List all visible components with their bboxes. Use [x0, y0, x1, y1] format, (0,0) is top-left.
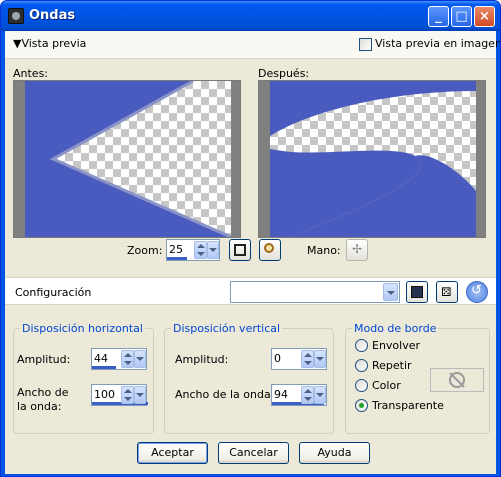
- app-icon: [8, 8, 24, 24]
- horizontal-amplitude-spinner[interactable]: 44: [91, 348, 147, 370]
- before-preview-image: [25, 81, 231, 237]
- horizontal-amplitude-label: Amplitud:: [17, 353, 70, 366]
- zoom-level-bar: [167, 257, 187, 260]
- edge-mode-repeat-label: Repetir: [372, 359, 412, 372]
- vertical-wavelength-value[interactable]: 94: [274, 388, 288, 401]
- vertical-wavelength-label: Ancho de la onda:: [175, 388, 275, 401]
- save-preset-button[interactable]: [406, 281, 428, 303]
- zoom-to-actual-button[interactable]: [259, 239, 281, 261]
- preview-toggle-bar: ▼Vista previa Vista previa en imagen: [5, 31, 500, 59]
- edge-mode-transparent-label: Transparente: [372, 399, 444, 412]
- horizontal-wavelength-arrows[interactable]: [121, 386, 134, 404]
- after-label: Después:: [258, 67, 310, 80]
- edge-mode-group: Modo de borde Envolver Repetir Color Tra…: [345, 322, 490, 434]
- edge-mode-color-text: Color: [372, 379, 401, 392]
- config-band: Configuración ⚄ ↺: [5, 277, 496, 305]
- vertical-amplitude-dropdown[interactable]: [314, 350, 326, 368]
- horizontal-group: Disposición horizontal Amplitud: 44 Anch…: [13, 322, 154, 434]
- edge-mode-title: Modo de borde: [352, 322, 439, 335]
- config-dropdown[interactable]: [230, 281, 400, 303]
- horizontal-amplitude-bar: [92, 366, 116, 369]
- ok-button[interactable]: Aceptar: [137, 442, 208, 464]
- config-dropdown-arrow[interactable]: [383, 283, 398, 301]
- vertical-wavelength-dropdown[interactable]: [314, 386, 326, 404]
- window-title: Ondas: [29, 8, 76, 23]
- image-preview-checkbox[interactable]: [359, 38, 372, 51]
- image-preview-label: Vista previa en imagen: [375, 37, 501, 50]
- before-preview[interactable]: [13, 80, 241, 238]
- close-button[interactable]: ×: [474, 6, 495, 27]
- hand-button[interactable]: ✢: [346, 239, 368, 261]
- horizontal-amplitude-value[interactable]: 44: [94, 352, 108, 365]
- after-preview[interactable]: [258, 80, 486, 238]
- vertical-group: Disposición vertical Amplitud: 0 Ancho d…: [164, 322, 334, 434]
- vertical-amplitude-label: Amplitud:: [175, 353, 229, 366]
- horizontal-wavelength-label: Ancho de la onda:: [17, 386, 69, 413]
- dialog-window: Ondas _ □ × ▼Vista previa Vista previa e…: [0, 0, 501, 477]
- color-swatch[interactable]: [430, 368, 484, 392]
- floppy-disk-icon: [411, 286, 423, 298]
- horizontal-group-title: Disposición horizontal: [20, 322, 145, 335]
- reset-button[interactable]: ↺: [466, 281, 488, 303]
- maximize-button[interactable]: □: [451, 6, 472, 27]
- vertical-amplitude-arrows[interactable]: [301, 350, 314, 368]
- magnifier-icon: [264, 243, 274, 253]
- zoom-spinner[interactable]: 25: [166, 239, 220, 261]
- edge-mode-wrap-label: Envolver: [372, 339, 420, 352]
- edge-mode-radio-transparent[interactable]: [355, 399, 368, 412]
- before-label: Antes:: [13, 67, 49, 80]
- edge-mode-wrap-text: Envolver: [372, 339, 421, 352]
- horizontal-amplitude-label-text: Amplitud:: [17, 353, 71, 366]
- edge-mode-color-label: Color: [372, 379, 401, 392]
- minimize-button[interactable]: _: [428, 6, 449, 27]
- edge-mode-radio-wrap[interactable]: [355, 339, 368, 352]
- horizontal-wavelength-value[interactable]: 100: [94, 388, 115, 401]
- randomize-button[interactable]: ⚄: [436, 281, 458, 303]
- edge-mode-radio-color[interactable]: [355, 379, 368, 392]
- zoom-value[interactable]: 25: [169, 243, 183, 256]
- vertical-wavelength-spinner[interactable]: 94: [271, 384, 327, 406]
- vertical-amplitude-value[interactable]: 0: [274, 352, 281, 365]
- edge-mode-transparent-text: Transparente: [372, 399, 444, 412]
- fit-window-icon: [234, 244, 246, 256]
- horizontal-amplitude-dropdown[interactable]: [134, 350, 146, 368]
- cancel-button[interactable]: Cancelar: [218, 442, 289, 464]
- vertical-amplitude-spinner[interactable]: 0: [271, 348, 327, 370]
- horizontal-wavelength-dropdown[interactable]: [134, 386, 146, 404]
- edge-mode-radio-repeat[interactable]: [355, 359, 368, 372]
- move-cross-icon: ✢: [352, 242, 363, 256]
- reset-arrow-icon: ↺: [471, 283, 482, 298]
- preview-toggle[interactable]: ▼Vista previa: [13, 37, 86, 50]
- dice-icon: ⚄: [441, 285, 452, 299]
- vertical-group-title: Disposición vertical: [171, 322, 283, 335]
- horizontal-wavelength-spinner[interactable]: 100: [91, 384, 148, 406]
- vertical-wavelength-arrows[interactable]: [301, 386, 314, 404]
- hand-label: Mano:: [307, 244, 341, 257]
- zoom-label: Zoom:: [127, 244, 163, 257]
- zoom-dropdown-arrow[interactable]: [207, 241, 219, 259]
- config-label: Configuración: [15, 286, 92, 299]
- help-button[interactable]: Ayuda: [299, 442, 370, 464]
- zoom-spin-arrows[interactable]: [194, 241, 207, 259]
- fit-zoom-button[interactable]: [229, 239, 251, 261]
- title-bar[interactable]: Ondas _ □ ×: [1, 1, 500, 31]
- after-preview-image: [270, 81, 476, 237]
- dialog-client: ▼Vista previa Vista previa en imagen Ant…: [5, 31, 500, 474]
- horizontal-amplitude-arrows[interactable]: [121, 350, 134, 368]
- edge-mode-repeat-text: Repetir: [372, 359, 412, 372]
